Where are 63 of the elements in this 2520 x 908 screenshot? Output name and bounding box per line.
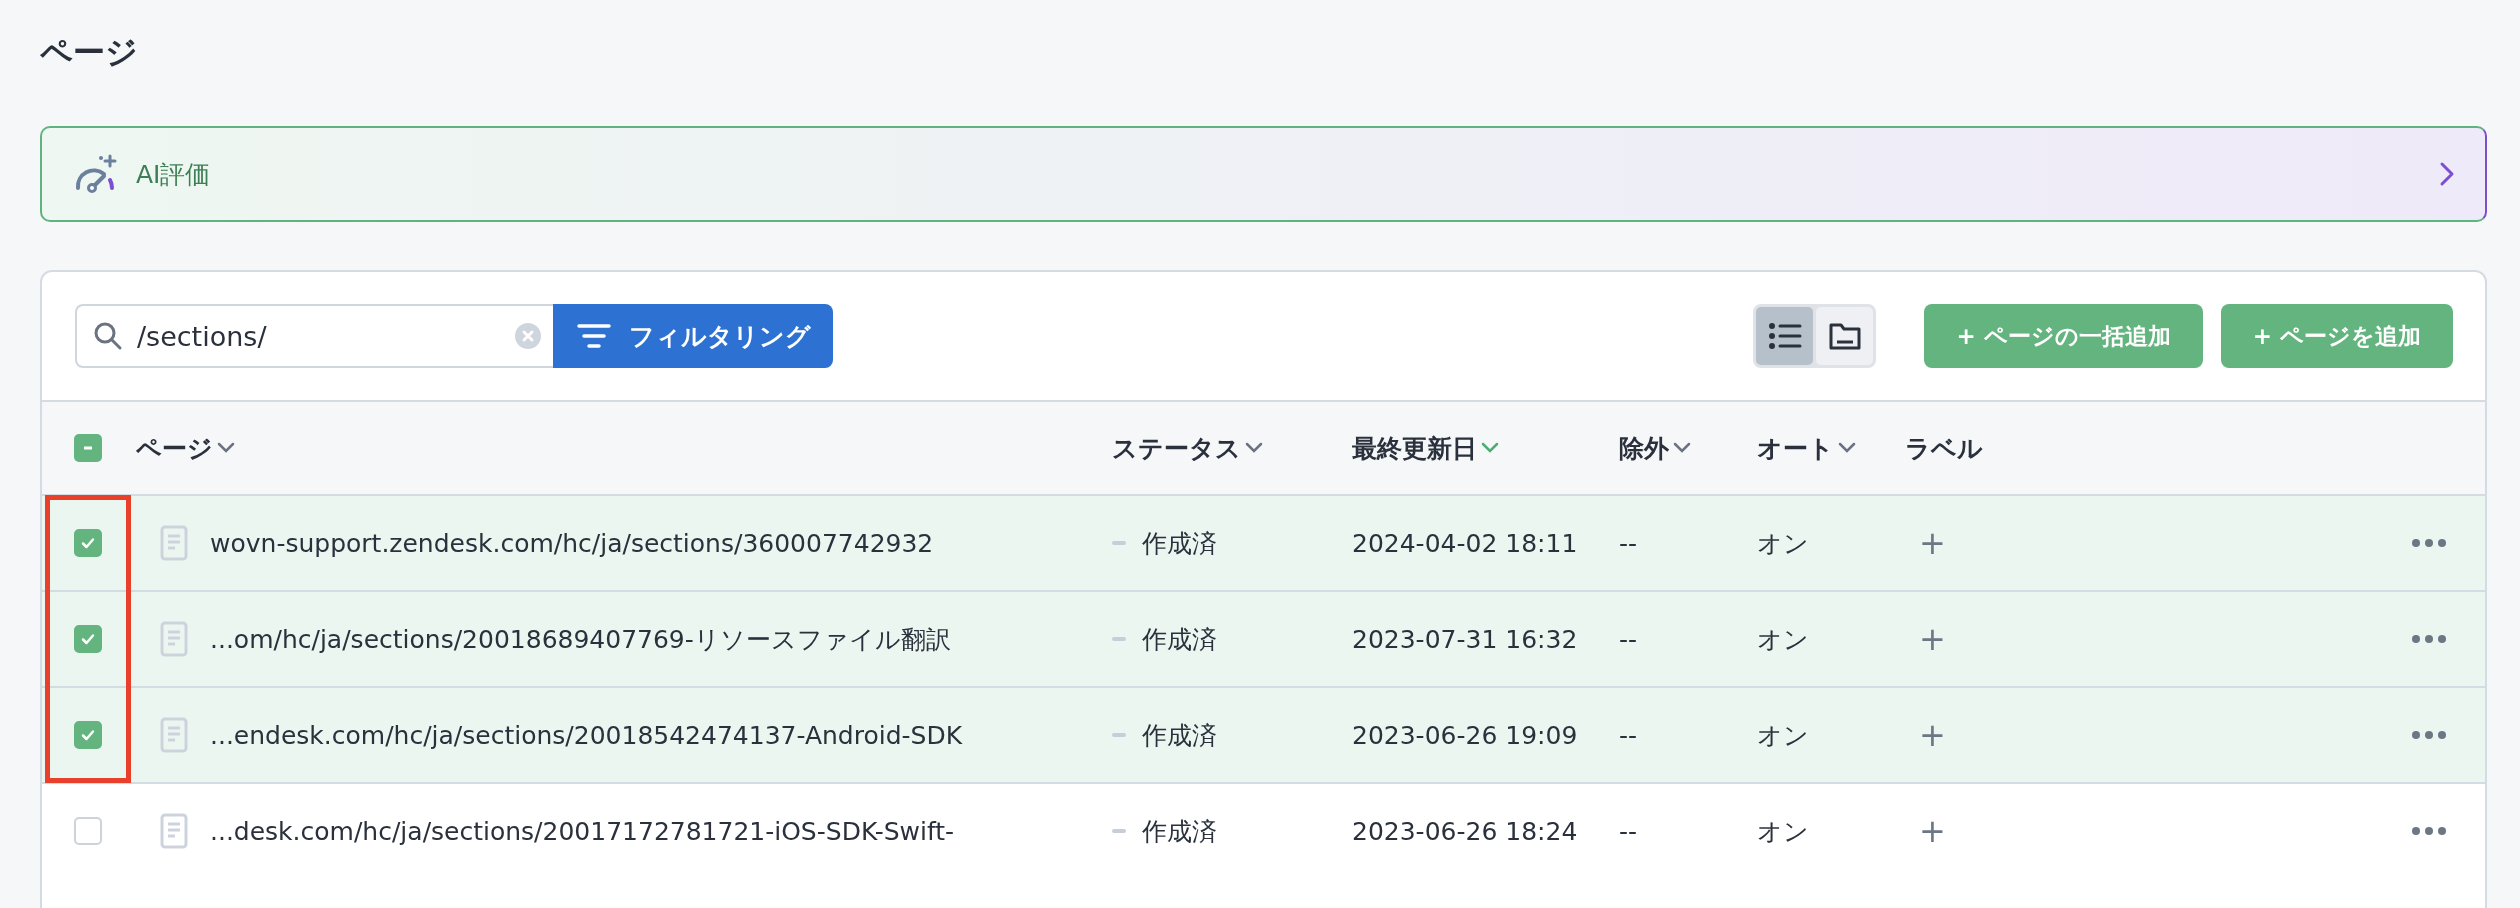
document-icon (160, 717, 188, 753)
search-icon (93, 321, 123, 351)
updated-date: 2023-06-26 18:24 (1352, 816, 1578, 846)
more-icon[interactable] (2411, 634, 2447, 644)
status-text: 作成済 (1142, 815, 1217, 848)
page-title: ページ (40, 32, 138, 73)
row-checkbox[interactable] (74, 721, 102, 749)
list-icon (1767, 321, 1802, 351)
page-url-link[interactable]: ...endesk.com/hc/ja/sections/20018542474137-Android-SDK (210, 720, 963, 750)
column-header[interactable]: オート (1757, 431, 1856, 465)
filter-button[interactable]: フィルタリング (553, 304, 833, 368)
row-checkbox[interactable] (74, 529, 102, 557)
add-label-button[interactable]: + (1905, 524, 1946, 562)
status-text: 作成済 (1142, 623, 1217, 656)
status-dash-icon (1112, 541, 1126, 545)
document-icon (160, 621, 188, 657)
status-dash-icon (1112, 637, 1126, 641)
gauge-sparkle-icon (74, 154, 118, 194)
add-label-button[interactable]: + (1905, 716, 1946, 754)
row-checkbox[interactable] (74, 817, 102, 845)
updated-date: 2023-06-26 19:09 (1352, 720, 1578, 750)
exclusion-value: -- (1619, 528, 1638, 558)
chevron-right-icon (2439, 161, 2455, 187)
status-text: 作成済 (1142, 719, 1217, 752)
auto-value: オン (1757, 816, 1809, 846)
exclusion-value: -- (1619, 816, 1638, 846)
exclusion-value: -- (1619, 624, 1638, 654)
folder-view-button[interactable] (1816, 307, 1874, 365)
checkmark-icon (80, 631, 96, 647)
more-icon[interactable] (2411, 730, 2447, 740)
row-checkbox[interactable] (74, 625, 102, 653)
page-url-link[interactable]: ...om/hc/ja/sections/20018689407769-リソースファイル翻訳 (210, 622, 951, 656)
auto-value: オン (1757, 720, 1809, 750)
column-header[interactable]: ページ (136, 431, 235, 465)
column-header[interactable]: 除外 (1619, 431, 1691, 465)
updated-date: 2023-07-31 16:32 (1352, 624, 1578, 654)
column-header: ラベル (1905, 432, 1983, 465)
updated-date: 2024-04-02 18:11 (1352, 528, 1578, 558)
add-label-button[interactable]: + (1905, 620, 1946, 658)
status-dash-icon (1112, 733, 1126, 737)
document-icon (160, 813, 188, 849)
auto-value: オン (1757, 624, 1809, 654)
search-input[interactable]: /sections/ (135, 319, 503, 353)
add-label-button[interactable]: + (1905, 812, 1946, 850)
list-view-button[interactable] (1756, 307, 1814, 365)
filter-icon (577, 322, 611, 350)
checkmark-icon (80, 535, 96, 551)
select-all-checkbox[interactable] (74, 434, 102, 462)
search-field[interactable]: /sections/ (75, 304, 553, 368)
folder-icon (1827, 321, 1862, 351)
document-icon (160, 525, 188, 561)
status-text: 作成済 (1142, 527, 1217, 560)
page-url-link[interactable]: wovn-support.zendesk.com/hc/ja/sections/360007742932 (210, 528, 934, 558)
checkmark-icon (80, 727, 96, 743)
more-icon[interactable] (2411, 826, 2447, 836)
status-dash-icon (1112, 829, 1126, 833)
auto-value: オン (1757, 528, 1809, 558)
column-header[interactable]: ステータス (1112, 431, 1263, 465)
page-url-link[interactable]: ...desk.com/hc/ja/sections/20017172781721-iOS-SDK-Swift- (210, 816, 955, 846)
column-header[interactable]: 最終更新日 (1352, 431, 1499, 465)
exclusion-value: -- (1619, 720, 1638, 750)
more-icon[interactable] (2411, 538, 2447, 548)
ai-evaluation-banner[interactable]: AI評価 (40, 126, 2487, 222)
